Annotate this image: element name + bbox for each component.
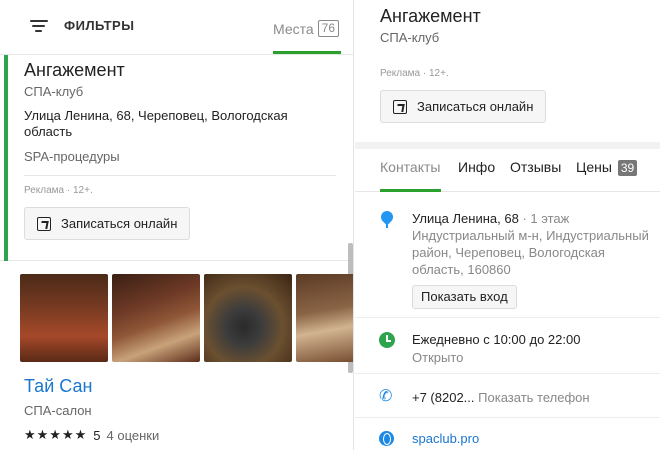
tab-places[interactable]: Места 76: [273, 20, 340, 37]
details-panel: Ангажемент СПА-клуб Реклама · 12+. Запис…: [355, 0, 660, 450]
book-online-label: Записаться онлайн: [61, 216, 178, 231]
book-online-button[interactable]: Записаться онлайн: [24, 207, 191, 240]
booking-calendar-icon: [37, 216, 51, 231]
ratings-count[interactable]: 4 оценки: [107, 428, 160, 443]
result-photo[interactable]: [296, 274, 353, 362]
result-address: Улица Ленина, 68, Череповец, Вологодская…: [24, 108, 288, 139]
tab-prices-label: Цены: [576, 159, 612, 175]
result-photo[interactable]: [20, 274, 108, 362]
phone-icon: ✆: [379, 388, 393, 405]
filters-button[interactable]: ФИЛЬТРЫ: [30, 18, 134, 33]
tab-contacts[interactable]: Контакты: [380, 159, 440, 175]
results-panel: ФИЛЬТРЫ Места 76 Ангажемент СПА-клуб Ули…: [0, 0, 354, 450]
show-phone-link[interactable]: Показать телефон: [478, 390, 589, 405]
address-details: Индустриальный м-н, Индустриальный район…: [412, 228, 649, 277]
places-count-badge: 76: [317, 20, 340, 37]
booking-calendar-icon: [393, 99, 407, 114]
row-divider: [355, 373, 660, 374]
address-row: Улица Ленина, 68 · 1 этаж Индустриальный…: [355, 207, 660, 317]
tab-info[interactable]: Инфо: [458, 159, 495, 175]
address-street: Улица Ленина, 68: [412, 211, 519, 226]
result-photo-strip: [20, 274, 353, 362]
website-row: spaclub.pro: [355, 422, 660, 450]
result-card-selected[interactable]: Ангажемент СПА-клуб Улица Ленина, 68, Че…: [0, 55, 353, 261]
phone-number: +7 (8202...: [412, 390, 475, 405]
ad-label: Реклама · 12+.: [24, 185, 93, 196]
rating-value: 5: [93, 427, 101, 443]
result-category: СПА-салон: [24, 403, 92, 418]
result-photo[interactable]: [204, 274, 292, 362]
location-pin-icon: [378, 208, 396, 228]
result-services: SPA-процедуры: [24, 149, 120, 164]
tab-places-label: Места: [273, 20, 314, 37]
book-online-label: Записаться онлайн: [417, 99, 534, 114]
section-separator: [355, 142, 660, 149]
hours-row: Ежедневно с 10:00 до 22:00 Открыто: [355, 323, 660, 373]
result-category: СПА-клуб: [24, 84, 84, 99]
open-status: Открыто: [412, 350, 464, 365]
address-floor: · 1 этаж: [518, 211, 570, 226]
ad-label: Реклама · 12+.: [380, 68, 449, 79]
tab-contacts-indicator: [380, 189, 441, 192]
result-rating: ★★★★★ 5 4 оценки: [24, 427, 159, 443]
website-link[interactable]: spaclub.pro: [412, 430, 652, 447]
filters-label: ФИЛЬТРЫ: [64, 18, 135, 33]
address-text: Улица Ленина, 68 · 1 этаж: [412, 210, 652, 227]
result-photo[interactable]: [112, 274, 200, 362]
selected-accent-bar: [4, 55, 8, 261]
result-title-link[interactable]: Тай Сан: [24, 376, 92, 397]
book-online-button[interactable]: Записаться онлайн: [380, 90, 547, 123]
results-toolbar: ФИЛЬТРЫ Места 76: [0, 0, 353, 55]
clock-icon: [379, 332, 395, 348]
phone-text: +7 (8202... Показать телефон: [412, 389, 652, 406]
tab-prices[interactable]: Цены 39: [576, 159, 638, 176]
show-entrance-button[interactable]: Показать вход: [412, 285, 517, 309]
filter-icon: [30, 19, 48, 33]
globe-icon: [379, 431, 395, 447]
app-root: ФИЛЬТРЫ Места 76 Ангажемент СПА-клуб Ули…: [0, 0, 660, 450]
row-divider: [355, 417, 660, 418]
phone-row: ✆ +7 (8202... Показать телефон: [355, 379, 660, 417]
card-divider: [24, 175, 336, 176]
details-tabs: Контакты Инфо Отзывы Цены 39: [355, 149, 660, 192]
org-category: СПА-клуб: [380, 30, 440, 45]
tab-places-indicator: [273, 51, 341, 54]
result-title[interactable]: Ангажемент: [24, 60, 125, 81]
prices-count-badge: 39: [617, 160, 638, 176]
tab-reviews[interactable]: Отзывы: [510, 159, 561, 175]
hours-schedule: Ежедневно с 10:00 до 22:00: [412, 332, 581, 347]
org-title: Ангажемент: [380, 6, 481, 26]
details-header: Ангажемент СПА-клуб Реклама · 12+. Запис…: [355, 0, 660, 142]
row-divider: [355, 317, 660, 318]
rating-stars-icon: ★★★★★: [24, 427, 88, 442]
